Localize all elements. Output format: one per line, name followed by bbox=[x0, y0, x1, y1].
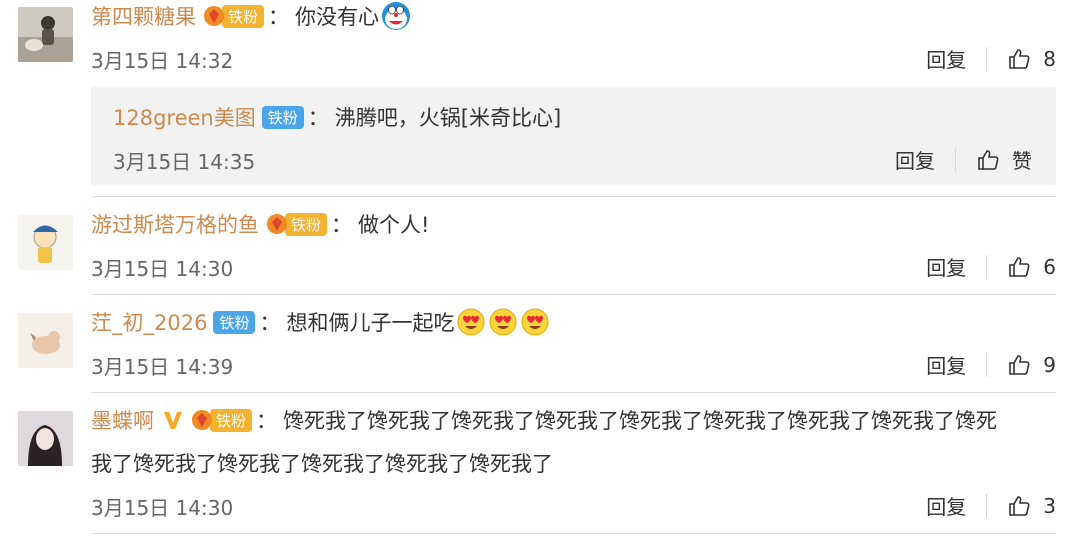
comment-text: 你没有心 bbox=[295, 5, 380, 29]
action-divider bbox=[986, 493, 988, 518]
reply-actions: 回复 赞 bbox=[895, 145, 1032, 174]
reply-button[interactable]: 回复 bbox=[926, 491, 966, 520]
reply-button[interactable]: 回复 bbox=[926, 44, 966, 73]
comment-text: 做个人! bbox=[358, 213, 430, 237]
comment-text: 想和俩儿子一起吃 bbox=[286, 311, 455, 335]
comment-actions: 回复 3 bbox=[926, 491, 1056, 520]
comment-line: 第四颗糖果 铁粉 ： 你没有心 bbox=[91, 0, 411, 32]
comment-date: 3月15日 14:30 bbox=[91, 496, 234, 520]
like-icon[interactable] bbox=[1007, 353, 1031, 377]
badge-label: 铁粉 bbox=[213, 310, 256, 334]
reply-username[interactable]: 128green美图 bbox=[113, 102, 256, 132]
reply-button[interactable]: 回复 bbox=[926, 252, 966, 281]
like-label: 赞 bbox=[1012, 149, 1032, 173]
action-divider bbox=[986, 254, 988, 279]
username[interactable]: 茳_初_2026 bbox=[91, 307, 207, 337]
comment-text-line2: 我了馋死我了馋死我了馋死我了馋死我了馋死我了 bbox=[91, 452, 553, 476]
reply-box: 128green美图 铁粉 ： 沸腾吧，火锅[米奇比心] 3月15日 14:35… bbox=[91, 87, 1056, 185]
action-divider bbox=[986, 352, 988, 377]
avatar[interactable] bbox=[18, 215, 73, 270]
fan-badge[interactable]: 铁粉 bbox=[261, 105, 304, 129]
heart-eyes-emoji-icon bbox=[457, 308, 485, 336]
colon: ： bbox=[268, 5, 290, 29]
like-icon[interactable] bbox=[1007, 255, 1031, 279]
medal-icon bbox=[204, 6, 224, 26]
colon: ： bbox=[256, 409, 278, 433]
badge-label: 铁粉 bbox=[261, 105, 304, 129]
like-count: 6 bbox=[1043, 254, 1056, 279]
colon: ： bbox=[307, 106, 329, 130]
action-divider bbox=[955, 147, 956, 172]
avatar[interactable] bbox=[18, 7, 73, 62]
like-icon[interactable] bbox=[1007, 47, 1031, 71]
comment-actions: 回复 6 bbox=[926, 252, 1056, 281]
comment-line: 游过斯塔万格的鱼 铁粉 ： 做个人! bbox=[91, 208, 429, 240]
comment-line: 墨蝶啊 铁粉 ： 馋死我了馋死我了馋死我了馋死我了馋死我了馋死我了馋死我了馋死我… bbox=[91, 404, 997, 436]
badge-label: 铁粉 bbox=[210, 408, 253, 432]
comment-separator bbox=[91, 533, 1056, 534]
like-count: 3 bbox=[1043, 493, 1056, 518]
username[interactable]: 墨蝶啊 bbox=[91, 405, 154, 435]
medal-icon bbox=[267, 214, 287, 234]
badge-label: 铁粉 bbox=[222, 4, 265, 28]
colon: ： bbox=[331, 213, 353, 237]
action-divider bbox=[986, 46, 988, 71]
verified-v-icon bbox=[164, 412, 182, 429]
comment-text-line1: 馋死我了馋死我了馋死我了馋死我了馋死我了馋死我了馋死我了馋死我了馋死 bbox=[283, 409, 998, 433]
comment-line: 茳_初_2026 铁粉 ： 想和俩儿子一起吃 bbox=[91, 306, 550, 338]
fan-badge[interactable]: 铁粉 bbox=[213, 310, 256, 334]
reply-text: 沸腾吧，火锅[米奇比心] bbox=[334, 106, 562, 130]
fan-badge[interactable]: 铁粉 bbox=[265, 212, 328, 236]
comment-separator bbox=[91, 196, 1056, 197]
username[interactable]: 游过斯塔万格的鱼 bbox=[91, 209, 259, 239]
comment-separator bbox=[91, 294, 1056, 295]
medal-icon bbox=[192, 410, 212, 430]
username[interactable]: 第四颗糖果 bbox=[91, 1, 196, 31]
heart-eyes-emoji-icon bbox=[521, 308, 549, 336]
reply-date: 3月15日 14:35 bbox=[113, 150, 256, 174]
comment-date: 3月15日 14:32 bbox=[91, 49, 234, 73]
heart-eyes-emoji-icon bbox=[489, 308, 517, 336]
comment-actions: 回复 8 bbox=[926, 44, 1056, 73]
like-count: 8 bbox=[1043, 46, 1056, 71]
fan-badge[interactable]: 铁粉 bbox=[190, 408, 253, 432]
like-icon[interactable] bbox=[976, 148, 1000, 172]
comment-separator bbox=[91, 392, 1056, 393]
reply-button[interactable]: 回复 bbox=[926, 350, 966, 379]
like-icon[interactable] bbox=[1007, 494, 1031, 518]
colon: ： bbox=[259, 311, 281, 335]
fan-badge[interactable]: 铁粉 bbox=[202, 4, 265, 28]
like-count: 9 bbox=[1043, 352, 1056, 377]
comment-date: 3月15日 14:30 bbox=[91, 257, 234, 281]
avatar[interactable] bbox=[18, 313, 73, 368]
comment-actions: 回复 9 bbox=[926, 350, 1056, 379]
comment-date: 3月15日 14:39 bbox=[91, 355, 234, 379]
avatar[interactable] bbox=[18, 411, 73, 466]
badge-label: 铁粉 bbox=[285, 212, 328, 236]
doraemon-emoji-icon bbox=[382, 2, 411, 30]
reply-button[interactable]: 回复 bbox=[895, 145, 935, 174]
reply-line: 128green美图 铁粉 ： 沸腾吧，火锅[米奇比心] bbox=[113, 101, 561, 133]
